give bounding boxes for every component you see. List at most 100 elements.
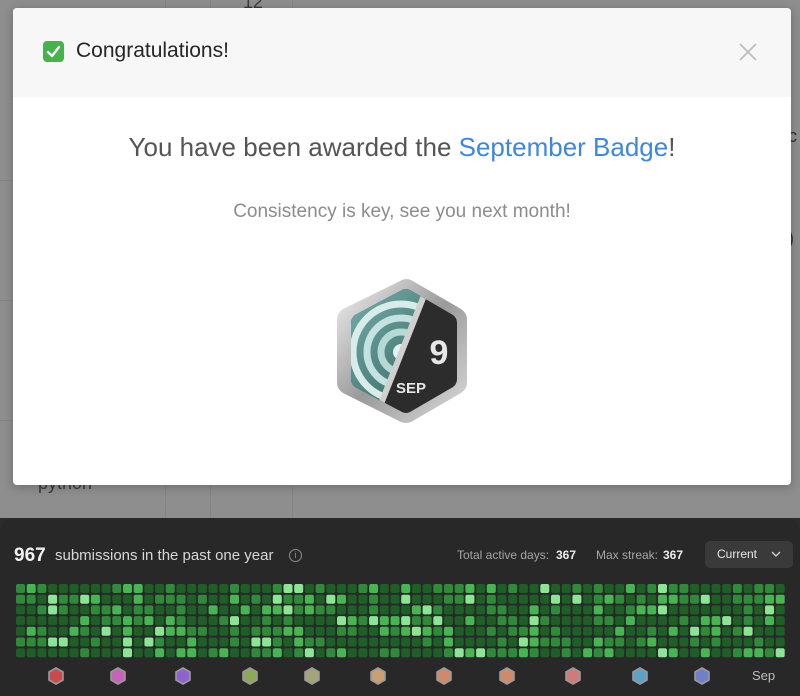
heatmap-cell[interactable] [337,584,346,593]
heatmap-cell[interactable] [304,626,314,636]
heatmap-cell[interactable] [711,605,721,615]
heatmap-cell[interactable] [197,584,207,593]
heatmap-cell[interactable] [551,594,560,604]
heatmap-cell[interactable] [454,637,464,647]
heatmap-cell[interactable] [123,584,132,593]
heatmap-cell[interactable] [540,648,550,658]
heatmap-cell[interactable] [347,605,357,615]
heatmap-cell[interactable] [358,648,368,658]
heatmap-cell[interactable] [358,605,368,615]
heatmap-cell[interactable] [679,648,689,658]
heatmap-cell[interactable] [101,637,111,647]
heatmap-cell[interactable] [133,648,143,658]
heatmap-cell[interactable] [401,594,411,604]
heatmap-cell[interactable] [283,594,293,604]
heatmap-cell[interactable] [208,584,218,593]
heatmap-cell[interactable] [700,584,710,593]
heatmap-cell[interactable] [123,626,132,636]
heatmap-cell[interactable] [326,584,336,593]
heatmap-cell[interactable] [540,605,550,615]
heatmap-cell[interactable] [583,637,593,647]
heatmap-cell[interactable] [476,616,486,626]
heatmap-cell[interactable] [187,594,197,604]
heatmap-cell[interactable] [272,637,282,647]
heatmap-cell[interactable] [615,616,625,626]
heatmap-cell[interactable] [197,594,207,604]
heatmap-cell[interactable] [732,616,742,626]
heatmap-cell[interactable] [476,626,486,636]
heatmap-cell[interactable] [369,616,379,626]
month-badge-icon[interactable] [304,667,320,685]
heatmap-cell[interactable] [486,594,496,604]
heatmap-cell[interactable] [123,637,132,647]
heatmap-cell[interactable] [422,648,432,658]
heatmap-cell[interactable] [422,584,432,593]
heatmap-cell[interactable] [711,616,721,626]
heatmap-cell[interactable] [690,594,700,604]
heatmap-cell[interactable] [422,637,432,647]
heatmap-cell[interactable] [90,637,100,647]
heatmap-cell[interactable] [347,616,357,626]
heatmap-cell[interactable] [58,648,68,658]
heatmap-cell[interactable] [583,605,593,615]
heatmap-cell[interactable] [572,616,582,626]
heatmap-cell[interactable] [668,605,678,615]
heatmap-cell[interactable] [711,637,721,647]
heatmap-cell[interactable] [401,605,411,615]
heatmap-cell[interactable] [80,584,90,593]
heatmap-cell[interactable] [251,626,261,636]
heatmap-cell[interactable] [187,648,197,658]
heatmap-cell[interactable] [123,605,132,615]
heatmap-cell[interactable] [219,584,229,593]
heatmap-cell[interactable] [80,637,90,647]
heatmap-cell[interactable] [337,594,346,604]
heatmap-cell[interactable] [486,648,496,658]
heatmap-cell[interactable] [187,616,197,626]
heatmap-cell[interactable] [775,637,785,647]
heatmap-cell[interactable] [711,626,721,636]
heatmap-cell[interactable] [754,648,764,658]
heatmap-cell[interactable] [251,605,261,615]
heatmap-cell[interactable] [572,626,582,636]
heatmap-cell[interactable] [69,594,79,604]
heatmap-cell[interactable] [90,648,100,658]
heatmap-cell[interactable] [700,594,710,604]
heatmap-cell[interactable] [347,594,357,604]
heatmap-cell[interactable] [668,594,678,604]
heatmap-cell[interactable] [668,616,678,626]
heatmap-cell[interactable] [711,594,721,604]
heatmap-cell[interactable] [604,626,614,636]
heatmap-cell[interactable] [615,584,625,593]
heatmap-cell[interactable] [240,626,250,636]
heatmap-cell[interactable] [37,594,47,604]
heatmap-cell[interactable] [48,616,58,626]
heatmap-cell[interactable] [754,616,764,626]
heatmap-cell[interactable] [765,584,774,593]
heatmap-cell[interactable] [48,648,58,658]
heatmap-cell[interactable] [26,594,36,604]
heatmap-cell[interactable] [144,648,154,658]
heatmap-cell[interactable] [176,637,186,647]
heatmap-cell[interactable] [112,637,122,647]
heatmap-cell[interactable] [658,594,667,604]
heatmap-cell[interactable] [679,637,689,647]
heatmap-cell[interactable] [240,584,250,593]
heatmap-cell[interactable] [754,605,764,615]
heatmap-cell[interactable] [572,648,582,658]
heatmap-cell[interactable] [283,584,293,593]
heatmap-cell[interactable] [647,648,657,658]
heatmap-cell[interactable] [58,616,68,626]
heatmap-cell[interactable] [518,594,528,604]
heatmap-cell[interactable] [476,605,486,615]
heatmap-cell[interactable] [658,648,667,658]
heatmap-cell[interactable] [444,648,453,658]
heatmap-cell[interactable] [454,626,464,636]
heatmap-cell[interactable] [722,637,732,647]
heatmap-cell[interactable] [722,648,732,658]
heatmap-cell[interactable] [486,605,496,615]
heatmap-cell[interactable] [133,626,143,636]
heatmap-cell[interactable] [272,594,282,604]
heatmap-cell[interactable] [26,605,36,615]
heatmap-cell[interactable] [540,594,550,604]
heatmap-cell[interactable] [561,626,571,636]
